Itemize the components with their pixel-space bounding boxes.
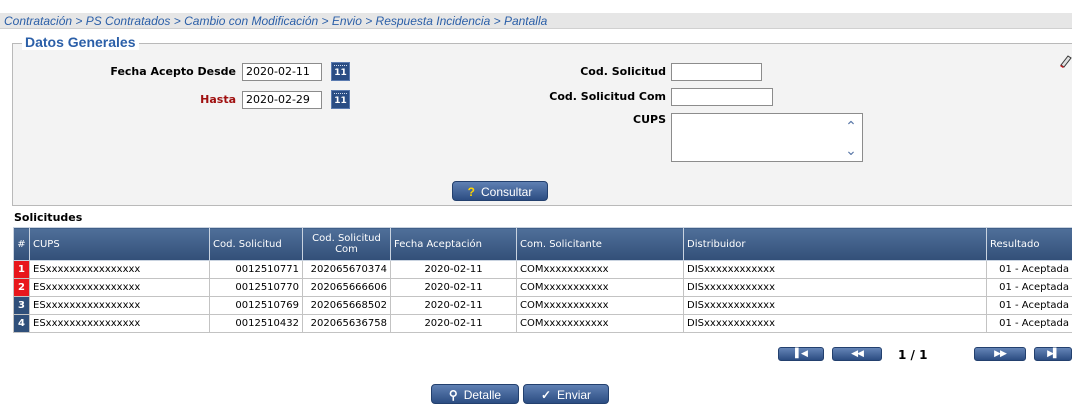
- cell-cod-solicitud-com: 202065636758: [302, 314, 391, 333]
- cell-distribuidor: DISxxxxxxxxxxxx: [683, 278, 987, 297]
- magnifier-icon: ⚲: [448, 388, 458, 402]
- detalle-button[interactable]: ⚲ Detalle: [431, 384, 519, 404]
- cell-cups: ESxxxxxxxxxxxxxxxx: [29, 296, 210, 315]
- consultar-button[interactable]: ? Consultar: [452, 181, 548, 201]
- cell-cod-solicitud-com: 202065666606: [302, 278, 391, 297]
- cell-fecha-aceptacion: 2020-02-11: [390, 314, 517, 333]
- eraser-icon[interactable]: [1058, 54, 1072, 68]
- cell-com-solicitante: COMxxxxxxxxxxx: [516, 296, 684, 315]
- row-number: 4: [13, 314, 30, 333]
- next-page-icon[interactable]: ▶▶: [974, 347, 1026, 361]
- cell-fecha-aceptacion: 2020-02-11: [390, 260, 517, 279]
- header-distribuidor[interactable]: Distribuidor: [683, 227, 987, 261]
- fecha-desde-label: Fecha Acepto Desde: [110, 65, 236, 78]
- breadcrumb: Contratación > PS Contratados > Cambio c…: [0, 13, 1072, 29]
- calendar-hasta-icon[interactable]: 11: [331, 90, 350, 109]
- solicitudes-title: Solicitudes: [14, 211, 83, 224]
- row-number: 1: [13, 260, 30, 279]
- cell-cups: ESxxxxxxxxxxxxxxxx: [29, 260, 210, 279]
- hasta-label: Hasta: [200, 93, 236, 106]
- fecha-desde-input[interactable]: 2020-02-11: [242, 63, 322, 81]
- cell-cups: ESxxxxxxxxxxxxxxxx: [29, 314, 210, 333]
- datos-generales-title: Datos Generales: [22, 34, 139, 50]
- cell-resultado: 01 - Aceptada: [986, 314, 1072, 333]
- cell-resultado: 01 - Aceptada: [986, 260, 1072, 279]
- cups-label: CUPS: [633, 113, 666, 126]
- row-number: 3: [13, 296, 30, 315]
- cell-cod-solicitud: 0012510769: [209, 296, 303, 315]
- cell-com-solicitante: COMxxxxxxxxxxx: [516, 278, 684, 297]
- cell-distribuidor: DISxxxxxxxxxxxx: [683, 296, 987, 315]
- cod-solicitud-input[interactable]: [671, 63, 762, 81]
- page-indicator: 1 / 1: [898, 348, 928, 362]
- header-cod-solicitud[interactable]: Cod. Solicitud: [209, 227, 303, 261]
- cell-cod-solicitud: 0012510432: [209, 314, 303, 333]
- enviar-label: Enviar: [557, 388, 592, 402]
- table-header-row: # CUPS Cod. Solicitud Cod. Solicitud Com…: [13, 227, 1072, 261]
- header-resultado[interactable]: Resultado: [986, 227, 1072, 261]
- header-number[interactable]: #: [13, 227, 30, 261]
- consultar-label: Consultar: [480, 185, 533, 199]
- cell-fecha-aceptacion: 2020-02-11: [390, 296, 517, 315]
- last-page-icon[interactable]: ▶▌: [1034, 347, 1072, 361]
- cell-cod-solicitud: 0012510770: [209, 278, 303, 297]
- scroll-up-icon[interactable]: ⌃: [844, 120, 858, 134]
- header-com-solicitante[interactable]: Com. Solicitante: [516, 227, 684, 261]
- previous-page-icon[interactable]: ◀◀: [832, 347, 882, 361]
- cell-resultado: 01 - Aceptada: [986, 278, 1072, 297]
- detalle-label: Detalle: [463, 388, 502, 402]
- cell-cups: ESxxxxxxxxxxxxxxxx: [29, 278, 210, 297]
- scroll-down-icon[interactable]: ⌄: [844, 144, 858, 158]
- cell-cod-solicitud: 0012510771: [209, 260, 303, 279]
- cell-fecha-aceptacion: 2020-02-11: [390, 278, 517, 297]
- cell-com-solicitante: COMxxxxxxxxxxx: [516, 314, 684, 333]
- header-cups[interactable]: CUPS: [29, 227, 210, 261]
- cell-cod-solicitud-com: 202065670374: [302, 260, 391, 279]
- header-fecha-aceptacion[interactable]: Fecha Aceptación: [390, 227, 517, 261]
- table-row[interactable]: 3 ESxxxxxxxxxxxxxxxx 0012510769 20206566…: [13, 296, 1072, 315]
- cod-solicitud-com-input[interactable]: [671, 88, 773, 106]
- calendar-desde-icon[interactable]: 11: [331, 62, 350, 81]
- first-page-icon[interactable]: ▌◀: [778, 347, 824, 361]
- checkmark-icon: ✓: [540, 388, 552, 402]
- cups-textarea[interactable]: ⌃ ⌄: [671, 113, 863, 162]
- question-icon: ?: [467, 185, 475, 199]
- cell-distribuidor: DISxxxxxxxxxxxx: [683, 314, 987, 333]
- fecha-hasta-input[interactable]: 2020-02-29: [242, 91, 322, 109]
- cell-distribuidor: DISxxxxxxxxxxxx: [683, 260, 987, 279]
- cell-cod-solicitud-com: 202065668502: [302, 296, 391, 315]
- row-number: 2: [13, 278, 30, 297]
- cod-solicitud-label: Cod. Solicitud: [580, 65, 666, 78]
- table-row[interactable]: 1 ESxxxxxxxxxxxxxxxx 0012510771 20206567…: [13, 260, 1072, 279]
- table-row[interactable]: 2 ESxxxxxxxxxxxxxxxx 0012510770 20206566…: [13, 278, 1072, 297]
- cod-solicitud-com-label: Cod. Solicitud Com: [549, 90, 666, 103]
- cell-com-solicitante: COMxxxxxxxxxxx: [516, 260, 684, 279]
- cell-resultado: 01 - Aceptada: [986, 296, 1072, 315]
- header-cod-solicitud-com[interactable]: Cod. Solicitud Com: [302, 227, 391, 261]
- table-row[interactable]: 4 ESxxxxxxxxxxxxxxxx 0012510432 20206563…: [13, 314, 1072, 333]
- solicitudes-table: # CUPS Cod. Solicitud Cod. Solicitud Com…: [13, 227, 1072, 333]
- enviar-button[interactable]: ✓ Enviar: [523, 384, 609, 404]
